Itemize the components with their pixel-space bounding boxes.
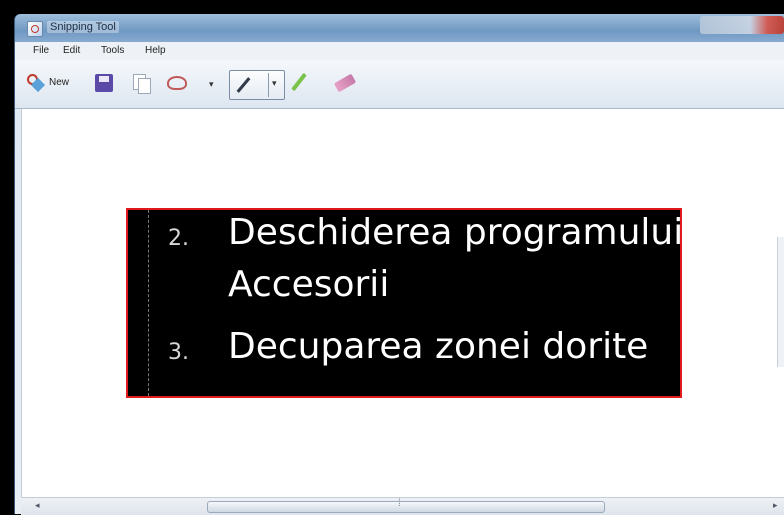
window-controls[interactable]	[700, 16, 784, 34]
save-icon[interactable]	[95, 74, 113, 92]
list-number-3: 3.	[168, 340, 189, 365]
menu-bar: File Edit Tools Help	[15, 42, 784, 60]
pen-icon	[236, 77, 251, 93]
vertical-scrollbar[interactable]	[777, 237, 784, 367]
toolbar: New ▾ ▾	[15, 60, 784, 109]
menu-tools[interactable]: Tools	[101, 45, 124, 56]
send-snip-icon[interactable]	[167, 76, 187, 90]
menu-help[interactable]: Help	[145, 45, 166, 56]
window-title: Snipping Tool	[47, 21, 119, 33]
pen-button[interactable]: ▾	[229, 70, 285, 100]
horizontal-scrollbar[interactable]: ◂ ▸	[21, 497, 784, 515]
new-label: New	[49, 77, 70, 88]
copy-icon[interactable]	[133, 74, 151, 94]
list-item-2-line1: Deschiderea programului	[228, 212, 684, 253]
list-item-3-line1: Decuparea zonei dorite	[228, 326, 649, 367]
captured-snip: 2. Deschiderea programului Accesorii 3. …	[126, 208, 684, 398]
snip-dashed-guide	[148, 210, 149, 396]
snipping-tool-window: Snipping Tool File Edit Tools Help New ▾…	[14, 14, 784, 515]
scroll-right-arrow-icon[interactable]: ▸	[773, 500, 778, 511]
eraser-icon[interactable]	[333, 73, 357, 93]
horizontal-scroll-thumb[interactable]	[207, 498, 605, 513]
menu-file[interactable]: File	[33, 45, 49, 56]
new-snip-button[interactable]: New	[27, 74, 87, 92]
new-snip-icon	[27, 74, 43, 90]
list-number-2: 2.	[168, 226, 189, 251]
menu-edit[interactable]: Edit	[63, 45, 80, 56]
scroll-left-arrow-icon[interactable]: ◂	[35, 500, 40, 511]
highlighter-icon[interactable]	[291, 72, 307, 92]
list-item-2-line2: Accesorii	[228, 264, 390, 305]
snipping-tool-app-icon	[27, 21, 43, 37]
pen-dropdown-arrow-icon[interactable]: ▾	[272, 78, 277, 89]
title-bar[interactable]: Snipping Tool	[15, 14, 784, 42]
snip-canvas: 2. Deschiderea programului Accesorii 3. …	[21, 109, 784, 497]
send-dropdown-arrow-icon[interactable]: ▾	[209, 79, 214, 90]
